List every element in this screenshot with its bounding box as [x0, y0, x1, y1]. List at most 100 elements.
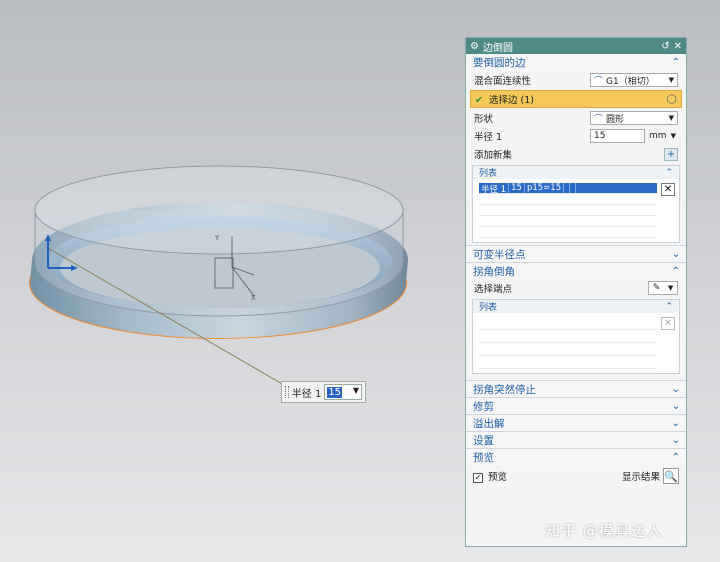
- floating-radius-label: 半径 1: [291, 388, 322, 400]
- chevron-down-icon[interactable]: ⌄: [672, 401, 680, 412]
- list-cell: 半径 1: [479, 183, 510, 195]
- list-item[interactable]: 半径 1 15 p15=15: [479, 183, 657, 195]
- floating-radius-field[interactable]: 15 ▼: [324, 384, 362, 400]
- chevron-up-icon[interactable]: ⌃: [665, 302, 673, 312]
- chevron-down-icon[interactable]: ⌄: [672, 435, 680, 446]
- preview-checkbox-label: 预览: [488, 472, 508, 483]
- dialog-titlebar[interactable]: ⚙ 边倒圆 ↺ ✕: [466, 38, 686, 54]
- floating-radius-input[interactable]: 半径 1 15 ▼: [281, 381, 366, 403]
- unit-value: mm: [649, 131, 667, 141]
- add-new-set-row: 添加新集 +: [466, 145, 686, 163]
- select-edge-label: 选择边 (1): [489, 95, 534, 106]
- radius-label: 半径 1: [474, 132, 503, 143]
- select-endpoint-label: 选择端点: [474, 284, 513, 295]
- dialog-title: 边倒圆: [482, 42, 513, 54]
- section-variable-radius-header[interactable]: 可变半径点 ⌄: [466, 245, 686, 262]
- cube-icon[interactable]: ⬡: [667, 92, 677, 106]
- checkmark-icon: ✔: [475, 95, 483, 106]
- chevron-up-icon[interactable]: ⌃: [672, 57, 680, 68]
- section-edges-header[interactable]: 要倒圆的边 ⌃: [466, 54, 686, 71]
- watermark: 知乎 @模具达人: [545, 522, 663, 540]
- radius-row: 半径 1 15 mm ▼: [466, 127, 686, 145]
- list-cell: 15: [509, 183, 525, 193]
- shape-row: 形状 ⌒ 圆形 ▼: [466, 109, 686, 127]
- endpoint-list: 列表 ⌃ ✕: [472, 299, 680, 374]
- tangent-icon: ⌒: [594, 76, 604, 87]
- close-icon[interactable]: ✕: [674, 41, 682, 52]
- list-header[interactable]: 列表 ⌃: [473, 300, 679, 313]
- section-variable-radius-title: 可变半径点: [473, 248, 526, 261]
- section-overflow-title: 溢出解: [473, 417, 505, 430]
- edge-blend-dialog: ⚙ 边倒圆 ↺ ✕ 要倒圆的边 ⌃ 混合面连续性 ⌒ G1（相切） ▼ ✔ 选择…: [465, 37, 687, 547]
- preview-checkbox[interactable]: ✓ 预览: [473, 469, 507, 483]
- dropdown-arrow-icon[interactable]: ▼: [353, 386, 359, 395]
- section-settings-header[interactable]: 设置 ⌄: [466, 431, 686, 448]
- gear-icon: ⚙: [470, 40, 479, 52]
- section-trim-title: 修剪: [473, 400, 494, 413]
- pick-point-button[interactable]: ✎ ▼: [648, 281, 678, 295]
- section-corner-setback-title: 拐角倒角: [473, 265, 515, 278]
- section-overflow-header[interactable]: 溢出解 ⌄: [466, 414, 686, 431]
- radius-input[interactable]: 15: [590, 129, 645, 143]
- section-edges-title: 要倒圆的边: [473, 57, 526, 69]
- section-trim-header[interactable]: 修剪 ⌄: [466, 397, 686, 414]
- edge-set-list: 列表 ⌃ 半径 1 15 p15=15 ✕: [472, 165, 680, 243]
- preview-row: ✓ 预览 显示结果 🔍: [466, 465, 686, 487]
- select-endpoint-row: 选择端点 ✎ ▼: [466, 279, 686, 297]
- list-label: 列表: [479, 169, 498, 179]
- list-label: 列表: [479, 303, 498, 313]
- show-result-button[interactable]: 显示结果 🔍: [622, 468, 679, 484]
- wand-icon: ✎: [652, 283, 661, 293]
- remove-item-button[interactable]: ✕: [661, 317, 675, 330]
- chevron-up-icon[interactable]: ⌃: [672, 452, 680, 463]
- drag-grip-icon[interactable]: [285, 386, 289, 398]
- show-result-label: 显示结果: [621, 472, 660, 483]
- unit-dropdown[interactable]: mm ▼: [645, 129, 678, 143]
- checkbox-checked-icon[interactable]: ✓: [473, 472, 483, 483]
- dropdown-arrow-icon[interactable]: ▼: [669, 114, 674, 122]
- list-header[interactable]: 列表 ⌃: [473, 166, 679, 179]
- list-cell: [570, 183, 577, 193]
- dropdown-arrow-icon[interactable]: ▼: [668, 284, 673, 292]
- reset-icon[interactable]: ↺: [661, 41, 669, 52]
- chevron-up-icon[interactable]: ⌃: [672, 266, 680, 277]
- chevron-down-icon[interactable]: ⌄: [672, 384, 680, 395]
- list-item: [479, 356, 657, 369]
- dropdown-arrow-icon[interactable]: ▼: [671, 132, 676, 140]
- add-set-button[interactable]: +: [664, 147, 678, 161]
- list-item: [479, 194, 657, 205]
- continuity-value: G1（相切）: [606, 76, 655, 87]
- select-edge-row[interactable]: ✔ 选择边 (1) ⬡: [470, 90, 682, 108]
- section-preview-title: 预览: [473, 451, 494, 464]
- section-corner-stop-header[interactable]: 拐角突然停止 ⌄: [466, 380, 686, 397]
- section-corner-stop-title: 拐角突然停止: [473, 383, 536, 396]
- magnifier-icon[interactable]: 🔍: [663, 468, 679, 484]
- continuity-dropdown[interactable]: ⌒ G1（相切） ▼: [590, 73, 678, 87]
- list-cell: p15=15: [525, 183, 565, 193]
- chevron-up-icon[interactable]: ⌃: [665, 168, 673, 178]
- list-table: 半径 1 15 p15=15: [479, 183, 657, 238]
- continuity-row: 混合面连续性 ⌒ G1（相切） ▼: [466, 71, 686, 89]
- dropdown-arrow-icon[interactable]: ▼: [669, 76, 674, 84]
- shape-label: 形状: [474, 114, 494, 125]
- chevron-down-icon[interactable]: ⌄: [672, 249, 680, 260]
- floating-radius-value[interactable]: 15: [327, 386, 343, 398]
- shape-value: 圆形: [606, 114, 625, 125]
- section-preview-header[interactable]: 预览 ⌃: [466, 448, 686, 465]
- list-item: [479, 216, 657, 227]
- circle-shape-icon: ⌒: [594, 114, 604, 125]
- list-table: [479, 317, 657, 369]
- list-item: [479, 343, 657, 356]
- list-item: [479, 205, 657, 216]
- list-item: [479, 227, 657, 238]
- list-item: [479, 330, 657, 343]
- svg-text:Y: Y: [214, 234, 220, 242]
- svg-text:X: X: [251, 294, 256, 302]
- section-corner-setback-header[interactable]: 拐角倒角 ⌃: [466, 262, 686, 279]
- section-settings-title: 设置: [473, 434, 494, 447]
- continuity-label: 混合面连续性: [474, 76, 532, 87]
- add-new-set-label: 添加新集: [474, 150, 513, 161]
- chevron-down-icon[interactable]: ⌄: [672, 418, 680, 429]
- shape-dropdown[interactable]: ⌒ 圆形 ▼: [590, 111, 678, 125]
- remove-item-button[interactable]: ✕: [661, 183, 675, 196]
